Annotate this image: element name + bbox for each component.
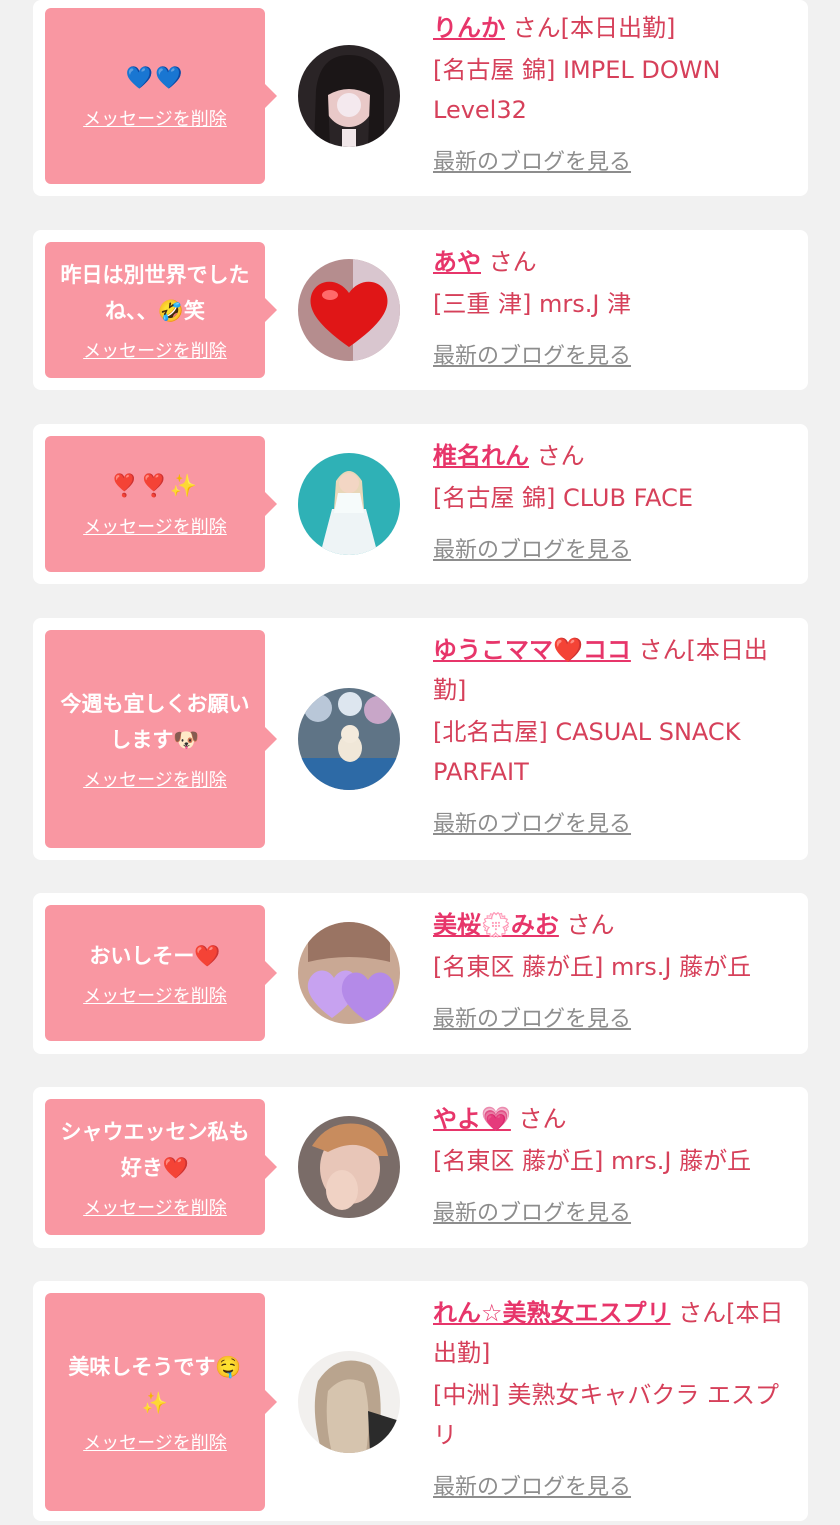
red-heart-photo-icon [298,259,400,361]
cast-info: れん☆美熟女エスプリ さん[本日出勤] [中洲] 美熟女キャバクラ エスプリ 最… [433,1293,801,1501]
view-blog-link[interactable]: 最新のブログを見る [433,1469,631,1501]
cast-info: りんか さん[本日出勤] [名古屋 錦] IMPEL DOWN Level32 … [433,8,801,176]
message-text: おいしそー❤️ [89,944,221,968]
message-bubble: シャウエッセン私も好き❤️ メッセージを削除 [45,1099,277,1235]
message-text: 今週も宜しくお願いします🐶 [60,692,250,752]
avatar[interactable] [298,922,400,1024]
cast-name-link[interactable]: やよ💗 [433,1105,511,1133]
delete-message-link[interactable]: メッセージを削除 [83,1429,227,1455]
cast-suffix: さん [536,442,585,470]
message-bubble: 美味しそうです🤤✨ メッセージを削除 [45,1293,277,1511]
shop-name: [北名古屋] CASUAL SNACK PARFAIT [433,718,741,786]
view-blog-link[interactable]: 最新のブログを見る [433,1195,631,1227]
shop-name: [名東区 藤が丘] mrs.J 藤が丘 [433,1147,752,1175]
message-bubble: 今週も宜しくお願いします🐶 メッセージを削除 [45,630,277,848]
cast-name-link[interactable]: りんか [433,14,505,42]
portrait-girl-dark-hair-icon [298,45,400,147]
message-card: 美味しそうです🤤✨ メッセージを削除 れん☆美熟女エスプリ さん[本日出勤] [… [33,1281,808,1521]
view-blog-link[interactable]: 最新のブログを見る [433,806,631,838]
delete-message-link[interactable]: メッセージを削除 [83,337,227,363]
cast-info: 美桜💮みお さん [名東区 藤が丘] mrs.J 藤が丘 最新のブログを見る [433,905,801,1033]
message-text: ❣️❣️✨ [110,474,200,499]
cast-name-link[interactable]: ゆうこママ❤️ココ [433,636,631,664]
message-card: 昨日は別世界でしたね、、🤣笑 メッセージを削除 あや さん [三重 津] mrs… [33,230,808,390]
delete-message-link[interactable]: メッセージを削除 [83,766,227,792]
cast-suffix: さん [518,1105,567,1133]
cast-suffix: さん[本日出勤] [512,14,676,42]
message-card: 💙💙 メッセージを削除 りんか さん[本日出勤] [名古屋 錦] IMPEL D… [33,0,808,196]
shop-name: [名古屋 錦] CLUB FACE [433,484,694,512]
message-bubble: ❣️❣️✨ メッセージを削除 [45,436,277,572]
portrait-purple-hearts-icon [298,922,400,1024]
view-blog-link[interactable]: 最新のブログを見る [433,338,631,370]
cast-info: やよ💗 さん [名東区 藤が丘] mrs.J 藤が丘 最新のブログを見る [433,1099,801,1227]
portrait-teal-dress-icon [298,453,400,555]
delete-message-link[interactable]: メッセージを削除 [83,982,227,1008]
message-bubble: 💙💙 メッセージを削除 [45,8,277,184]
shop-name: [中洲] 美熟女キャバクラ エスプリ [433,1381,779,1449]
avatar[interactable] [298,688,400,790]
message-card: おいしそー❤️ メッセージを削除 美桜💮みお さん [名東区 藤が丘] mrs.… [33,893,808,1054]
message-card: シャウエッセン私も好き❤️ メッセージを削除 やよ💗 さん [名東区 藤が丘] … [33,1087,808,1248]
cast-info: あや さん [三重 津] mrs.J 津 最新のブログを見る [433,242,801,370]
portrait-blonde-hair-icon [298,1351,400,1453]
delete-message-link[interactable]: メッセージを削除 [83,105,227,131]
message-text: 昨日は別世界でしたね、、🤣笑 [60,263,250,323]
message-bubble: おいしそー❤️ メッセージを削除 [45,905,277,1041]
photo-dog-flowers-icon [298,688,400,790]
portrait-hand-face-icon [298,1116,400,1218]
view-blog-link[interactable]: 最新のブログを見る [433,144,631,176]
cast-name-link[interactable]: 椎名れん [433,442,529,470]
delete-message-link[interactable]: メッセージを削除 [83,513,227,539]
view-blog-link[interactable]: 最新のブログを見る [433,532,631,564]
avatar[interactable] [298,1351,400,1453]
message-text: 美味しそうです🤤✨ [68,1355,242,1415]
message-text: シャウエッセン私も好き❤️ [60,1120,250,1180]
message-card: 今週も宜しくお願いします🐶 メッセージを削除 ゆうこママ❤️ココ さん[本日出勤… [33,618,808,860]
avatar[interactable] [298,1116,400,1218]
view-blog-link[interactable]: 最新のブログを見る [433,1001,631,1033]
delete-message-link[interactable]: メッセージを削除 [83,1194,227,1220]
cast-name-link[interactable]: 美桜💮みお [433,911,559,939]
cast-info: 椎名れん さん [名古屋 錦] CLUB FACE 最新のブログを見る [433,436,801,564]
shop-name: [三重 津] mrs.J 津 [433,290,632,318]
avatar[interactable] [298,453,400,555]
cast-suffix: さん [566,911,615,939]
cast-info: ゆうこママ❤️ココ さん[本日出勤] [北名古屋] CASUAL SNACK P… [433,630,801,838]
cast-name-link[interactable]: れん☆美熟女エスプリ [433,1299,671,1327]
avatar[interactable] [298,259,400,361]
cast-name-link[interactable]: あや [433,248,481,276]
message-text: 💙💙 [125,66,185,91]
cast-suffix: さん [488,248,537,276]
shop-name: [名古屋 錦] IMPEL DOWN Level32 [433,56,721,124]
shop-name: [名東区 藤が丘] mrs.J 藤が丘 [433,953,752,981]
message-card: ❣️❣️✨ メッセージを削除 椎名れん さん [名古屋 錦] CLUB FACE… [33,424,808,584]
avatar[interactable] [298,45,400,147]
message-bubble: 昨日は別世界でしたね、、🤣笑 メッセージを削除 [45,242,277,378]
